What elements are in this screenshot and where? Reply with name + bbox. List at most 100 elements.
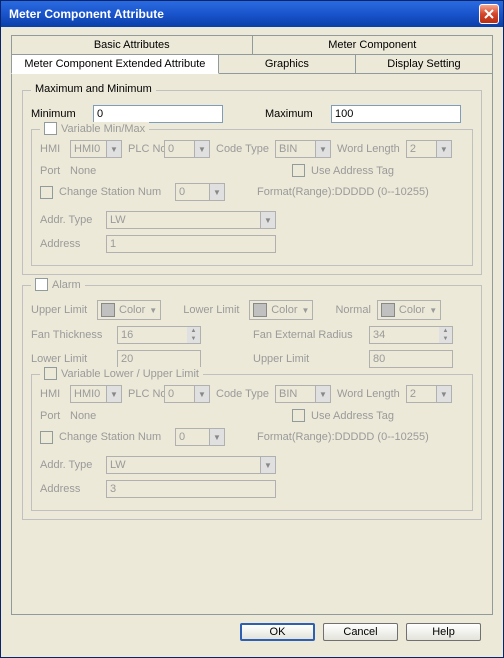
addrtype-label: Addr. Type: [40, 214, 100, 226]
alarm-codetype-combo: BIN▼: [275, 385, 331, 403]
minimum-input[interactable]: [93, 105, 223, 123]
alarm-format-label: Format(Range):DDDDD (0--10255): [257, 431, 429, 443]
chevron-down-icon: ▼: [194, 386, 209, 402]
addrtype-combo: LW▼: [106, 211, 276, 229]
group-variable-limits: Variable Lower / Upper Limit HMI HMI0▼ P…: [31, 374, 473, 511]
format-label: Format(Range):DDDDD (0--10255): [257, 186, 429, 198]
chevron-down-icon: ▼: [315, 386, 330, 402]
normal-color-button: Color▼: [377, 300, 441, 320]
alarm-use-addrtag-label: Use Address Tag: [311, 410, 394, 422]
help-button[interactable]: Help: [406, 623, 481, 641]
upperlimit-color-button: Color▼: [97, 300, 161, 320]
tab-extended-attribute[interactable]: Meter Component Extended Attribute: [11, 54, 219, 74]
wordlen-label: Word Length: [337, 143, 400, 155]
plcno-combo: 0▼: [164, 140, 210, 158]
chevron-down-icon: ▼: [429, 306, 437, 315]
fanthickness-spinner: ▲▼: [117, 326, 201, 344]
alarm-plcno-combo: 0▼: [164, 385, 210, 403]
spin-down-icon: ▼: [187, 335, 200, 343]
group-variable-minmax: Variable Min/Max HMI HMI0▼ PLC No. 0▼ Co…: [31, 129, 473, 266]
tab-graphics[interactable]: Graphics: [219, 54, 356, 73]
tab-display-setting[interactable]: Display Setting: [356, 54, 493, 73]
chevron-down-icon: ▼: [149, 306, 157, 315]
fanthickness-label: Fan Thickness: [31, 329, 111, 341]
maximum-input[interactable]: [331, 105, 461, 123]
change-station-checkbox: [40, 186, 53, 199]
group-max-min: Maximum and Minimum Minimum Maximum Vari…: [22, 90, 482, 275]
alarm-hmi-label: HMI: [40, 388, 64, 400]
minimum-label: Minimum: [31, 108, 87, 120]
change-station-label: Change Station Num: [59, 186, 169, 198]
lowerlimit-label: Lower Limit: [183, 304, 243, 316]
variable-minmax-checkbox[interactable]: [44, 122, 57, 135]
alarm-change-station-label: Change Station Num: [59, 431, 169, 443]
upperlimit2-label: Upper Limit: [253, 353, 363, 365]
lowerlimit-color-button: Color▼: [249, 300, 313, 320]
upperlimit2-input: [369, 350, 453, 368]
tab-meter-component[interactable]: Meter Component: [253, 35, 494, 54]
lowerlimit2-label: Lower Limit: [31, 353, 111, 365]
alarm-wordlen-combo: 2▼: [406, 385, 452, 403]
chevron-down-icon: ▼: [209, 184, 224, 200]
titlebar[interactable]: Meter Component Attribute: [1, 1, 503, 27]
chevron-down-icon: ▼: [302, 306, 310, 315]
close-button[interactable]: [479, 4, 499, 24]
alarm-plcno-label: PLC No.: [128, 390, 158, 399]
spin-up-icon: ▲: [187, 327, 200, 335]
wordlen-combo: 2▼: [406, 140, 452, 158]
hmi-label: HMI: [40, 143, 64, 155]
alarm-use-addrtag-checkbox: [292, 409, 305, 422]
variable-minmax-legend: Variable Min/Max: [61, 123, 145, 135]
upperlimit-label: Upper Limit: [31, 304, 91, 316]
alarm-change-station-combo: 0▼: [175, 428, 225, 446]
chevron-down-icon: ▼: [436, 141, 451, 157]
alarm-wordlen-label: Word Length: [337, 388, 400, 400]
chevron-down-icon: ▼: [194, 141, 209, 157]
tab-basic-attributes[interactable]: Basic Attributes: [11, 35, 253, 54]
plcno-label: PLC No.: [128, 145, 158, 154]
change-station-combo: 0▼: [175, 183, 225, 201]
close-icon: [484, 9, 494, 19]
color-swatch: [101, 303, 115, 317]
use-addrtag-label: Use Address Tag: [311, 165, 394, 177]
port-label: Port: [40, 165, 64, 177]
fanradius-label: Fan External Radius: [253, 329, 363, 341]
variable-limits-checkbox: [44, 367, 57, 380]
port-value: None: [70, 165, 130, 177]
maximum-label: Maximum: [265, 108, 325, 120]
address-input: [106, 235, 276, 253]
normal-label: Normal: [335, 304, 370, 316]
alarm-port-value: None: [70, 410, 130, 422]
chevron-down-icon: ▼: [260, 457, 275, 473]
chevron-down-icon: ▼: [106, 386, 121, 402]
codetype-label: Code Type: [216, 143, 269, 155]
alarm-codetype-label: Code Type: [216, 388, 269, 400]
alarm-addrtype-combo: LW▼: [106, 456, 276, 474]
fanradius-spinner: ▲▼: [369, 326, 453, 344]
variable-limits-legend: Variable Lower / Upper Limit: [61, 368, 199, 380]
window-title: Meter Component Attribute: [9, 7, 164, 21]
cancel-button[interactable]: Cancel: [323, 623, 398, 641]
spin-down-icon: ▼: [439, 335, 452, 343]
group-alarm: Alarm Upper Limit Color▼ Lower Limit Col…: [22, 285, 482, 520]
codetype-combo: BIN▼: [275, 140, 331, 158]
alarm-address-label: Address: [40, 483, 100, 495]
hmi-combo: HMI0▼: [70, 140, 122, 158]
chevron-down-icon: ▼: [106, 141, 121, 157]
alarm-checkbox[interactable]: [35, 278, 48, 291]
alarm-addrtype-label: Addr. Type: [40, 459, 100, 471]
alarm-legend: Alarm: [52, 279, 81, 291]
address-label: Address: [40, 238, 100, 250]
ok-button[interactable]: OK: [240, 623, 315, 641]
legend-max-min: Maximum and Minimum: [31, 83, 156, 95]
chevron-down-icon: ▼: [260, 212, 275, 228]
alarm-port-label: Port: [40, 410, 64, 422]
alarm-hmi-combo: HMI0▼: [70, 385, 122, 403]
chevron-down-icon: ▼: [436, 386, 451, 402]
alarm-change-station-checkbox: [40, 431, 53, 444]
color-swatch: [381, 303, 395, 317]
alarm-address-input: [106, 480, 276, 498]
use-addrtag-checkbox: [292, 164, 305, 177]
lowerlimit2-input: [117, 350, 201, 368]
chevron-down-icon: ▼: [315, 141, 330, 157]
